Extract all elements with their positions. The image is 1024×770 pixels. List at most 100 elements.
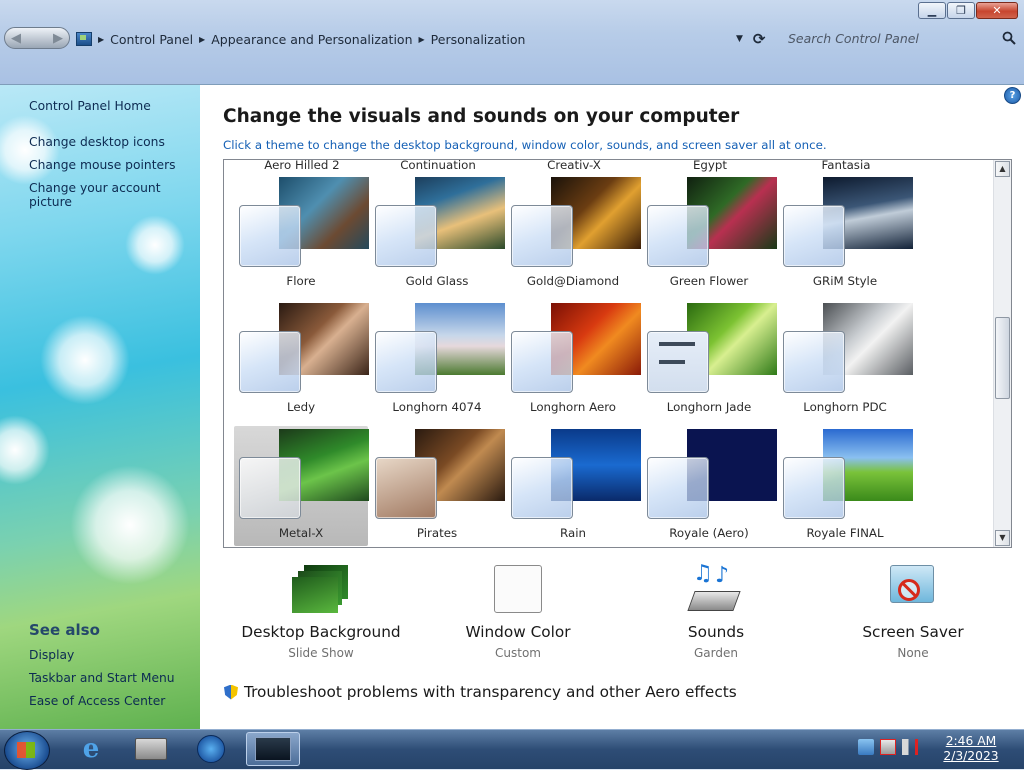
media-player-taskbar-button[interactable] [184, 732, 238, 766]
theme-name[interactable]: Fantasia [781, 160, 911, 172]
shield-icon [224, 684, 238, 700]
back-arrow-icon[interactable]: ◀ [11, 31, 21, 46]
forward-arrow-icon[interactable]: ▶ [53, 31, 63, 46]
sounds-icon: ♫ ♪ [687, 561, 745, 617]
sounds-label: Sounds [687, 623, 745, 641]
theme-tile[interactable]: Gold Glass [370, 174, 505, 294]
theme-tile-selected[interactable]: Metal-X [234, 426, 369, 546]
breadcrumb-separator-icon[interactable]: ▶ [419, 35, 425, 44]
desktop-background-icon [292, 565, 350, 617]
refresh-icon[interactable]: ⟳ [753, 30, 766, 48]
theme-tile[interactable]: Longhorn PDC [778, 300, 913, 420]
system-clock[interactable]: 2:46 AM 2/3/2023 [934, 734, 1008, 764]
background-flower-decoration [125, 215, 185, 275]
control-panel-home-link[interactable]: Control Panel Home [29, 99, 151, 113]
theme-name[interactable]: Aero Hilled 2 [237, 160, 367, 172]
main-content: ? Change the visuals and sounds on your … [200, 85, 1024, 729]
address-bar-area: ▁ ❐ ✕ ◀ ▶ ▶ Control Panel ▶ Appearance a… [0, 0, 1024, 85]
theme-tile[interactable]: Royale FINAL [778, 426, 913, 546]
theme-color-swatch [783, 205, 845, 267]
restore-button[interactable]: ❐ [947, 2, 975, 19]
theme-color-swatch [239, 457, 301, 519]
theme-color-swatch [375, 331, 437, 393]
theme-tile[interactable]: Flore [234, 174, 369, 294]
theme-tile[interactable]: Pirates [370, 426, 505, 546]
theme-tile[interactable]: Gold@Diamond [506, 174, 641, 294]
close-button[interactable]: ✕ [976, 2, 1018, 19]
theme-name: Gold Glass [405, 274, 469, 288]
theme-color-swatch [511, 457, 573, 519]
troubleshoot-link[interactable]: Troubleshoot problems with transparency … [224, 683, 737, 701]
theme-gallery: Aero Hilled 2 Continuation Creativ-X Egy… [223, 159, 1012, 548]
scroll-up-arrow-icon[interactable]: ▲ [995, 161, 1010, 177]
search-icon[interactable] [1002, 31, 1016, 45]
display-link[interactable]: Display [29, 648, 74, 662]
theme-tile[interactable]: Longhorn Aero [506, 300, 641, 420]
window-color-icon [489, 565, 547, 617]
window-color-control[interactable]: Window Color Custom [418, 565, 618, 660]
action-center-icon[interactable] [858, 739, 874, 755]
theme-color-swatch [511, 205, 573, 267]
back-forward-buttons[interactable]: ◀ ▶ [4, 27, 70, 49]
windows-explorer-taskbar-button[interactable] [124, 732, 178, 766]
change-desktop-icons-link[interactable]: Change desktop icons [29, 135, 165, 149]
theme-tile[interactable]: Longhorn Jade [642, 300, 777, 420]
dropdown-arrow-icon[interactable]: ▼ [736, 34, 743, 44]
gallery-scrollbar[interactable]: ▲ ▼ [993, 160, 1011, 547]
screen-saver-control[interactable]: Screen Saver None [813, 565, 1013, 660]
help-icon[interactable]: ? [1004, 87, 1021, 104]
taskbar: e 2:46 AM 2/3/2023 [0, 729, 1024, 770]
window-color-value: Custom [495, 646, 541, 660]
theme-color-swatch [783, 457, 845, 519]
desktop-background-control[interactable]: Desktop Background Slide Show [221, 565, 421, 660]
theme-color-swatch [511, 331, 573, 393]
breadcrumb: ▶ Control Panel ▶ Appearance and Persona… [76, 29, 525, 49]
theme-tile[interactable]: Ledy [234, 300, 369, 420]
minimize-button[interactable]: ▁ [918, 2, 946, 19]
theme-name[interactable]: Creativ-X [509, 160, 639, 172]
theme-color-swatch [375, 457, 437, 519]
theme-name: Metal-X [278, 526, 324, 540]
theme-color-swatch [239, 331, 301, 393]
internet-explorer-taskbar-button[interactable]: e [64, 732, 118, 766]
theme-name: Longhorn PDC [803, 400, 887, 414]
taskbar-start-menu-link[interactable]: Taskbar and Start Menu [29, 671, 175, 685]
scrollbar-thumb[interactable] [995, 317, 1010, 399]
breadcrumb-control-panel[interactable]: Control Panel [110, 32, 193, 47]
theme-tile[interactable]: Rain [506, 426, 641, 546]
page-subtitle: Click a theme to change the desktop back… [223, 138, 827, 152]
theme-tile[interactable]: Longhorn 4074 [370, 300, 505, 420]
theme-color-swatch [239, 205, 301, 267]
change-account-picture-link[interactable]: Change your account picture [29, 181, 200, 209]
control-panel-window-icon [255, 737, 291, 761]
breadcrumb-separator-icon[interactable]: ▶ [98, 35, 104, 44]
minimize-icon: ▁ [927, 4, 937, 17]
background-flower-decoration [0, 115, 60, 185]
start-button[interactable] [4, 731, 50, 770]
sounds-value: Garden [694, 646, 738, 660]
theme-color-swatch [783, 331, 845, 393]
see-also-heading: See also [29, 621, 100, 639]
sounds-control[interactable]: ♫ ♪ Sounds Garden [616, 561, 816, 660]
theme-tile[interactable]: GRiM Style [778, 174, 913, 294]
media-player-icon [197, 735, 225, 763]
breadcrumb-separator-icon[interactable]: ▶ [199, 35, 205, 44]
ease-of-access-link[interactable]: Ease of Access Center [29, 694, 165, 708]
breadcrumb-appearance[interactable]: Appearance and Personalization [211, 32, 412, 47]
network-icon[interactable] [880, 739, 896, 755]
breadcrumb-personalization[interactable]: Personalization [431, 32, 526, 47]
theme-name[interactable]: Continuation [373, 160, 503, 172]
theme-tile[interactable]: Green Flower [642, 174, 777, 294]
change-mouse-pointers-link[interactable]: Change mouse pointers [29, 158, 176, 172]
theme-name: Gold@Diamond [526, 274, 620, 288]
theme-name[interactable]: Egypt [645, 160, 775, 172]
personalization-taskbar-button[interactable] [246, 732, 300, 766]
search-input[interactable]: Search Control Panel [782, 28, 1020, 48]
theme-tile[interactable]: Royale (Aero) [642, 426, 777, 546]
address-actions: ▼ ⟳ [736, 30, 766, 48]
clock-time: 2:46 AM [945, 734, 997, 748]
close-icon: ✕ [992, 4, 1002, 17]
theme-name: Green Flower [669, 274, 749, 288]
volume-muted-icon[interactable] [902, 739, 918, 755]
scroll-down-arrow-icon[interactable]: ▼ [995, 530, 1010, 546]
